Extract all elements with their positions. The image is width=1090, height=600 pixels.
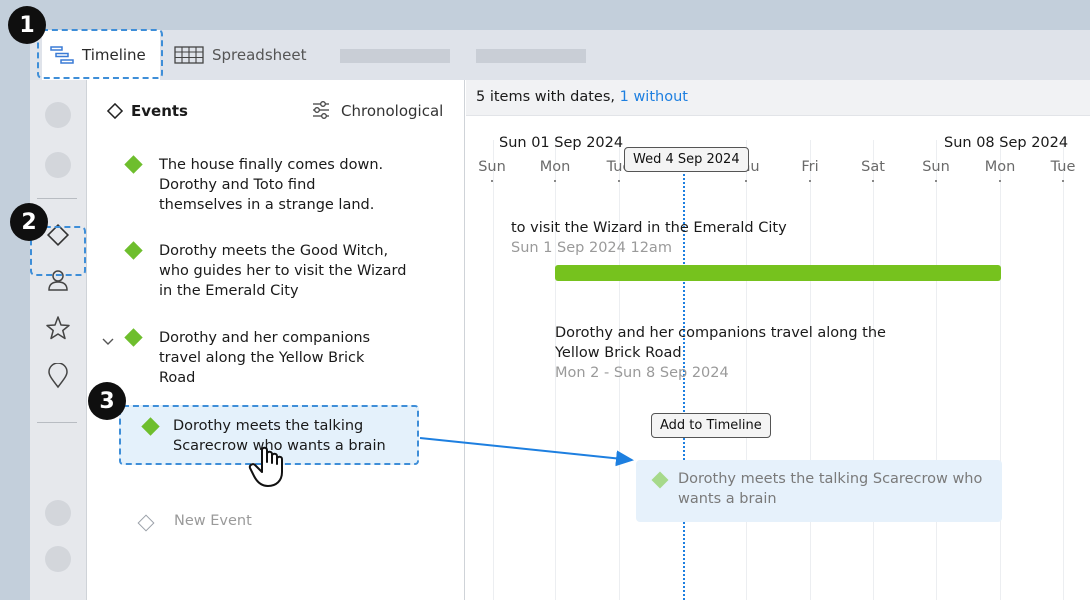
rail-placeholder-button[interactable]	[45, 152, 71, 178]
day-tick	[745, 180, 747, 182]
new-event-diamond-icon	[137, 514, 155, 532]
event-item[interactable]: The house finally comes down. Dorothy an…	[159, 155, 399, 215]
summary-text: 5 items with dates,	[476, 89, 615, 105]
tab-bar: Timeline Spreadsheet	[30, 30, 1090, 80]
day-tick	[872, 180, 874, 182]
timeline-entry-date: Sun 1 Sep 2024 12am	[511, 240, 672, 256]
tab-placeholder	[476, 49, 586, 63]
day-label: Mon	[539, 159, 571, 175]
timeline-duration-bar[interactable]	[555, 265, 1001, 281]
items-without-dates-link[interactable]: 1 without	[620, 89, 688, 105]
timeline-entry-date: Mon 2 - Sun 8 Sep 2024	[555, 365, 729, 381]
app-window: Timeline Spreadsheet Events Chronologica…	[30, 30, 1090, 600]
tab-spreadsheet[interactable]: Spreadsheet	[174, 30, 334, 80]
day-tick	[935, 180, 937, 182]
week-start-date: Sun 01 Sep 2024	[499, 135, 624, 151]
drop-preview-text: Dorothy meets the talking Scarecrow who …	[678, 471, 983, 507]
left-rail	[30, 80, 87, 600]
day-gridline	[493, 140, 494, 600]
day-label: Fri	[801, 159, 819, 175]
day-label: Sun	[478, 159, 506, 175]
callout-badge: 2	[10, 203, 48, 241]
tab-spreadsheet-label: Spreadsheet	[212, 46, 307, 64]
tab-placeholder	[340, 49, 450, 63]
events-panel: Events Chronological The house finally c…	[87, 80, 465, 600]
rail-places-button[interactable]	[44, 362, 72, 393]
location-pin-icon	[47, 362, 69, 393]
rail-placeholder-button[interactable]	[45, 500, 71, 526]
rail-divider	[37, 198, 77, 199]
day-tick	[491, 180, 493, 182]
rail-favorites-button[interactable]	[44, 316, 72, 344]
timeline-entry-text[interactable]: Dorothy and her companions travel along …	[555, 323, 886, 343]
day-gridline	[810, 140, 811, 600]
star-icon	[45, 315, 71, 345]
events-header: Events Chronological	[87, 80, 465, 142]
day-tick	[999, 180, 1001, 182]
timeline-entry-text[interactable]: to visit the Wizard in the Emerald City	[511, 218, 787, 238]
day-gridline	[746, 140, 747, 600]
dragged-event-item[interactable]: Dorothy meets the talking Scarecrow who …	[119, 405, 419, 465]
callout-badge: 3	[88, 382, 126, 420]
event-diamond-icon	[124, 155, 143, 174]
new-event-button[interactable]: New Event	[174, 513, 252, 529]
event-diamond-icon	[124, 241, 143, 260]
day-tick	[809, 180, 811, 182]
event-item[interactable]: Dorothy meets the Good Witch, who guides…	[159, 241, 419, 301]
day-label: Sat	[861, 159, 885, 175]
day-gridline	[873, 140, 874, 600]
event-item[interactable]: Dorothy and her companions travel along …	[159, 328, 399, 388]
day-tick	[1062, 180, 1064, 182]
today-tooltip: Wed 4 Sep 2024	[624, 147, 749, 172]
timeline-entry-text[interactable]: Yellow Brick Road	[555, 343, 682, 363]
callout-box-timeline-tab	[37, 29, 163, 79]
timeline-panel: 5 items with dates, 1 without Sun 01 Sep…	[466, 80, 1090, 600]
chevron-down-icon[interactable]	[101, 332, 115, 351]
events-title: Events	[131, 102, 188, 120]
week-next-date: Sun 08 Sep 2024	[944, 135, 1069, 151]
event-diamond-icon	[141, 417, 160, 436]
day-label: Mon	[984, 159, 1016, 175]
day-gridline	[1000, 140, 1001, 600]
event-item-label: Dorothy meets the talking Scarecrow who …	[173, 418, 386, 454]
diamond-icon	[106, 102, 124, 123]
day-tick	[618, 180, 620, 182]
day-gridline	[1063, 140, 1064, 600]
add-to-timeline-tooltip: Add to Timeline	[651, 413, 771, 438]
spreadsheet-icon	[174, 46, 204, 64]
sort-chronological-button[interactable]: Chronological	[341, 102, 443, 120]
rail-divider	[37, 422, 77, 423]
day-gridline	[936, 140, 937, 600]
day-tick	[554, 180, 556, 182]
callout-badge: 1	[8, 6, 46, 44]
filter-sliders-icon[interactable]	[311, 100, 331, 124]
rail-placeholder-button[interactable]	[45, 546, 71, 572]
rail-placeholder-button[interactable]	[45, 102, 71, 128]
day-label: Sun	[922, 159, 950, 175]
timeline-summary: 5 items with dates, 1 without	[466, 80, 1090, 116]
day-label: Tue	[1050, 159, 1076, 175]
event-diamond-icon	[124, 328, 143, 347]
